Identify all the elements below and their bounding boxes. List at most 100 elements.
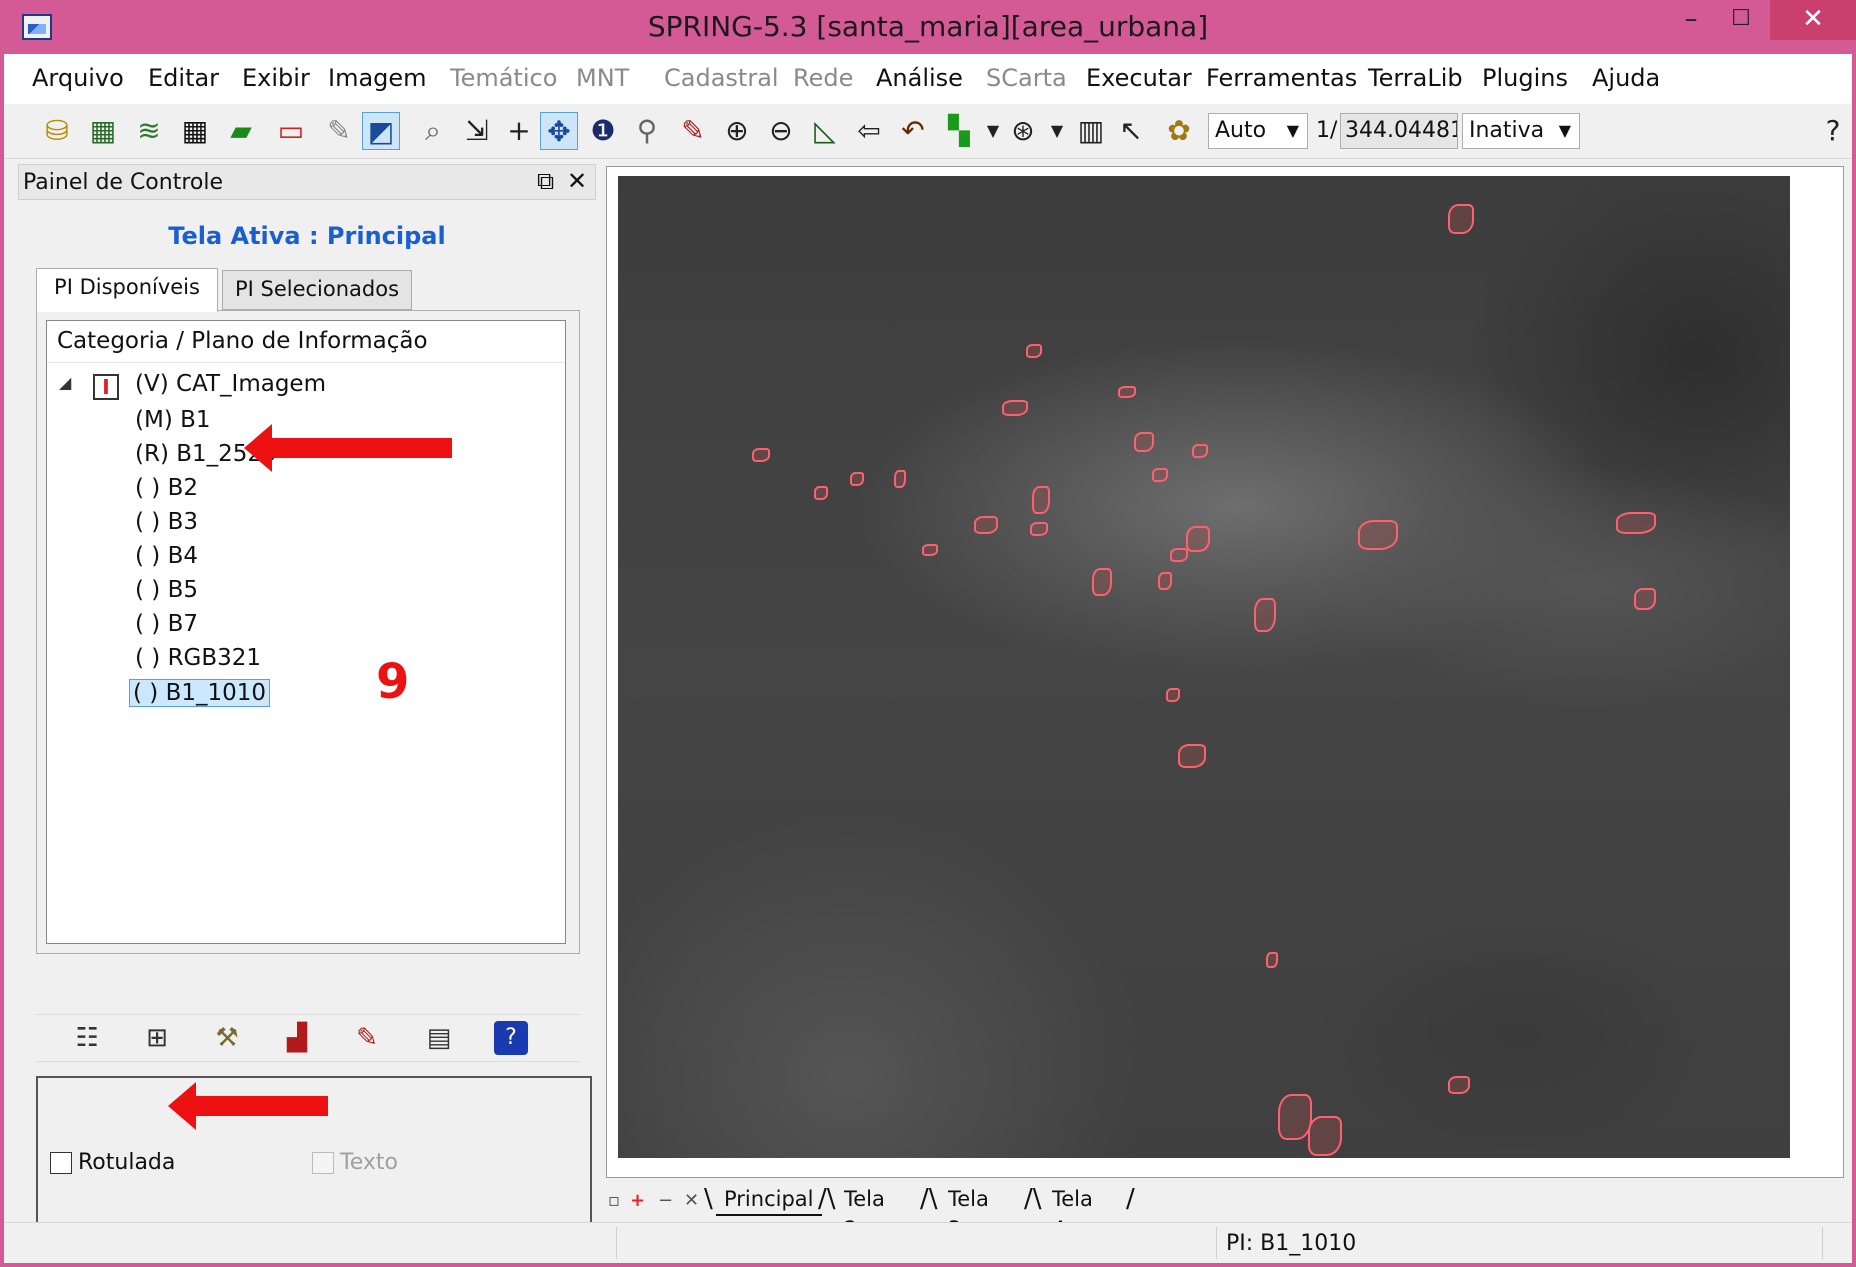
labeled-checkbox-label: Rotulada <box>78 1150 176 1175</box>
pencil-icon[interactable]: ✎ <box>674 112 712 150</box>
zoom-area-icon[interactable]: ◺ <box>806 112 844 150</box>
pan-icon[interactable]: ✥ <box>540 112 578 150</box>
zoom-in-icon[interactable]: ⊕ <box>718 112 756 150</box>
tree-item[interactable]: ( ) RGB321 <box>135 645 261 671</box>
vector-polygon <box>1448 204 1474 234</box>
menu-executar[interactable]: Executar <box>1086 64 1192 92</box>
undo-icon[interactable]: ↶ <box>894 112 932 150</box>
tab-divider: /\ <box>818 1184 836 1214</box>
control-panel-header: Painel de Controle ⧉ ✕ <box>18 164 596 200</box>
menu-tematico[interactable]: Temático <box>450 64 557 92</box>
tab-principal[interactable]: Principal <box>716 1184 822 1216</box>
tree-item[interactable]: ( ) B2 <box>135 475 198 501</box>
vector-polygon <box>1254 598 1276 632</box>
status-bar: PI: B1_1010 <box>4 1222 1852 1263</box>
control-panel: Painel de Controle ⧉ ✕ Tela Ativa : Prin… <box>18 164 598 1254</box>
title-bar[interactable]: SPRING-5.3 [santa_maria][area_urbana] – … <box>0 0 1856 54</box>
zoom-scale-icon[interactable]: ⊛ <box>1004 112 1042 150</box>
menu-ajuda[interactable]: Ajuda <box>1592 64 1660 92</box>
zoom-scale-dropdown-icon[interactable]: ▼ <box>1038 112 1076 150</box>
scale-value: 344.044811 <box>1345 118 1457 143</box>
draw-disabled-icon[interactable]: ✎ <box>320 112 358 150</box>
edit-icon[interactable]: ✎ <box>350 1021 384 1055</box>
menu-exibir[interactable]: Exibir <box>242 64 310 92</box>
plane-icon[interactable]: ▰ <box>222 112 260 150</box>
labeled-checkbox[interactable] <box>50 1152 72 1174</box>
maximize-button[interactable]: ☐ <box>1712 0 1770 40</box>
select-pointer-icon[interactable]: ↖ <box>1112 112 1150 150</box>
menu-analise[interactable]: Análise <box>876 64 963 92</box>
menu-mnt[interactable]: MNT <box>576 64 629 92</box>
information-plan-tree[interactable]: Categoria / Plano de Informação ◢ I (V) … <box>46 320 566 944</box>
menu-rede[interactable]: Rede <box>793 64 853 92</box>
measure-icon[interactable]: ⚲ <box>628 112 666 150</box>
scale-input[interactable]: 344.044811 <box>1340 113 1458 149</box>
overlay-icon[interactable]: ▚ <box>940 112 978 150</box>
close-panel-icon[interactable]: ✕ <box>567 167 587 195</box>
magnifier-icon[interactable]: ⌕ <box>414 112 452 150</box>
tree-item[interactable]: ( ) B7 <box>135 611 198 637</box>
display-icon[interactable]: ◩ <box>362 112 400 150</box>
fit-icon[interactable]: ⇲ <box>458 112 496 150</box>
tree-item[interactable]: (M) B1 <box>135 407 211 433</box>
vector-polygon <box>1186 526 1210 552</box>
window-icon[interactable]: ▭ <box>272 112 310 150</box>
cursor-cross-icon[interactable]: + <box>500 112 538 150</box>
vector-polygon <box>894 470 906 488</box>
vector-polygon <box>1002 400 1028 416</box>
vector-polygon <box>1152 468 1168 482</box>
properties-icon[interactable]: ⊞ <box>140 1021 174 1055</box>
cursor-mode-select[interactable]: Inativa ▼ <box>1462 113 1580 149</box>
status-separator <box>1822 1227 1823 1259</box>
tree-category-node[interactable]: ◢ I (V) CAT_Imagem <box>47 371 547 403</box>
menu-editar[interactable]: Editar <box>148 64 219 92</box>
back-icon[interactable]: ⇦ <box>850 112 888 150</box>
status-separator <box>616 1227 617 1259</box>
list-icon[interactable]: ☷ <box>70 1021 104 1055</box>
info-icon[interactable]: ❶ <box>584 112 622 150</box>
database-icon[interactable]: ⛁ <box>38 112 76 150</box>
vector-polygon <box>974 516 998 534</box>
remove-screen-icon[interactable]: − <box>658 1190 673 1211</box>
tree-item[interactable]: ( ) B4 <box>135 543 198 569</box>
tools-icon[interactable]: ⚒ <box>210 1021 244 1055</box>
menu-plugins[interactable]: Plugins <box>1482 64 1568 92</box>
chart-icon[interactable]: ▟ <box>280 1021 314 1055</box>
menu-terralib[interactable]: TerraLib <box>1368 64 1463 92</box>
grid-icon[interactable]: ▦ <box>176 112 214 150</box>
satellite-image-canvas[interactable] <box>618 176 1790 1158</box>
close-screen-icon[interactable]: ✕ <box>684 1190 699 1211</box>
palette-icon[interactable]: ✿ <box>1160 112 1198 150</box>
tree-item[interactable]: ( ) B3 <box>135 509 198 535</box>
menu-scarta[interactable]: SCarta <box>986 64 1067 92</box>
tab-tela-4[interactable]: Tela 4 <box>1044 1184 1101 1241</box>
tab-pi-disponiveis[interactable]: PI Disponíveis <box>36 268 218 312</box>
legend-icon[interactable]: ▤ <box>422 1021 456 1055</box>
tab-tela-3[interactable]: Tela 3 <box>940 1184 997 1241</box>
float-panel-icon[interactable]: ⧉ <box>537 167 554 195</box>
tree-header: Categoria / Plano de Informação <box>47 321 565 363</box>
vector-polygon <box>1634 588 1656 610</box>
tab-tela-2[interactable]: Tela 2 <box>836 1184 893 1241</box>
add-screen-icon[interactable]: + <box>630 1190 645 1211</box>
zoom-mode-select[interactable]: Auto ▼ <box>1208 113 1308 149</box>
scale-prefix: 1/ <box>1316 118 1338 143</box>
help-icon[interactable]: ? <box>1814 112 1852 150</box>
restore-screen-icon[interactable]: ▫ <box>608 1190 620 1211</box>
project-icon[interactable]: ▦ <box>84 112 122 150</box>
menu-arquivo[interactable]: Arquivo <box>32 64 124 92</box>
menu-imagem[interactable]: Imagem <box>328 64 427 92</box>
text-checkbox[interactable] <box>312 1152 334 1174</box>
zoom-out-icon[interactable]: ⊖ <box>762 112 800 150</box>
menu-ferramentas[interactable]: Ferramentas <box>1206 64 1357 92</box>
tree-item[interactable]: ( ) B5 <box>135 577 198 603</box>
collapse-icon[interactable]: ◢ <box>59 373 71 392</box>
app-window: SPRING-5.3 [santa_maria][area_urbana] – … <box>0 0 1856 1267</box>
tab-pi-selecionados[interactable]: PI Selecionados <box>222 270 412 310</box>
help-icon[interactable]: ? <box>494 1021 528 1055</box>
tree-item-selected[interactable]: ( ) B1_1010 <box>129 679 271 707</box>
menu-cadastral[interactable]: Cadastral <box>664 64 779 92</box>
histogram-icon[interactable]: ▥ <box>1072 112 1110 150</box>
layers-icon[interactable]: ≋ <box>130 112 168 150</box>
close-button[interactable]: ✕ <box>1770 0 1856 40</box>
